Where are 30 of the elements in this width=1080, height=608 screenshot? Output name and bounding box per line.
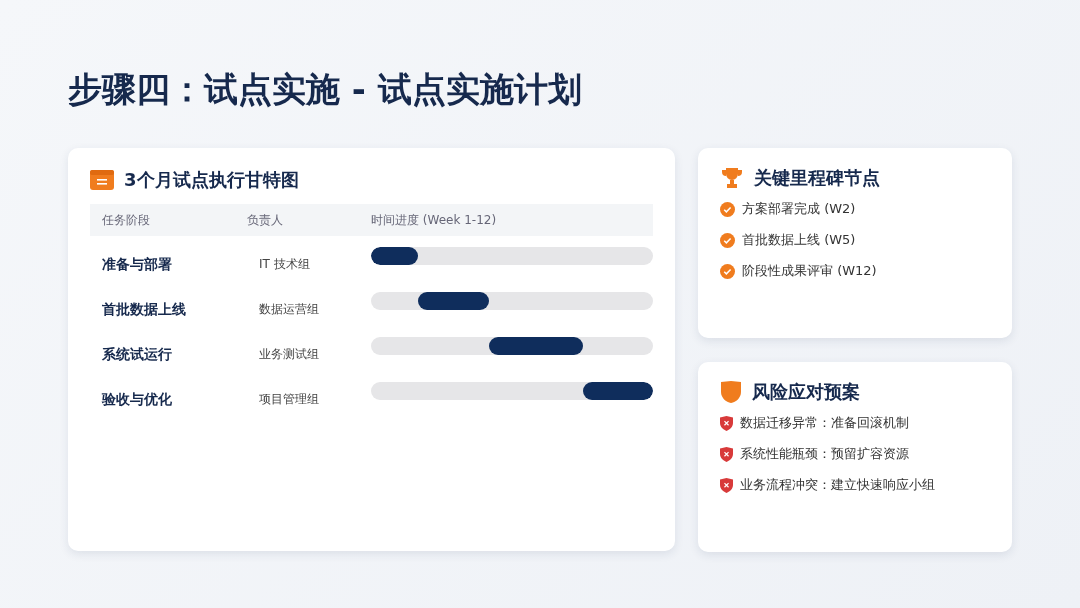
column-header: 负责人 (247, 211, 284, 229)
shield-icon (720, 380, 742, 404)
milestone-text: 阶段性成果评审 (W12) (742, 262, 877, 280)
shield-x-icon (720, 477, 733, 493)
owner-name: 项目管理组 (259, 391, 320, 408)
task-name: 首批数据上线 (102, 299, 187, 319)
column-header: 任务阶段 (102, 211, 151, 229)
risk-text: 数据迁移异常：准备回滚机制 (740, 414, 909, 432)
calendar-icon (90, 170, 114, 190)
card-title: 3个月试点执行甘特图 (124, 168, 299, 192)
milestone-text: 方案部署完成 (W2) (742, 200, 856, 218)
shield-x-icon (720, 446, 733, 462)
check-icon (720, 201, 735, 217)
owner-name: 业务测试组 (259, 346, 320, 363)
risk-text: 系统性能瓶颈：预留扩容资源 (740, 445, 909, 463)
task-name: 验收与优化 (102, 389, 173, 409)
trophy-icon (720, 166, 744, 190)
check-icon (720, 263, 735, 279)
card-title: 关键里程碑节点 (754, 166, 880, 190)
owner-name: IT 技术组 (259, 256, 311, 273)
risk-text: 业务流程冲突：建立快速响应小组 (740, 476, 935, 494)
task-name: 系统试运行 (102, 344, 173, 364)
task-name: 准备与部署 (102, 254, 173, 274)
slide-title: 步骤四：试点实施 - 试点实施计划 (68, 68, 583, 111)
owner-name: 数据运营组 (259, 301, 320, 318)
column-header: 时间进度 (Week 1-12) (371, 211, 498, 229)
card-title: 风险应对预案 (752, 380, 860, 404)
check-icon (720, 232, 735, 248)
milestone-text: 首批数据上线 (W5) (742, 231, 856, 249)
shield-x-icon (720, 415, 733, 431)
